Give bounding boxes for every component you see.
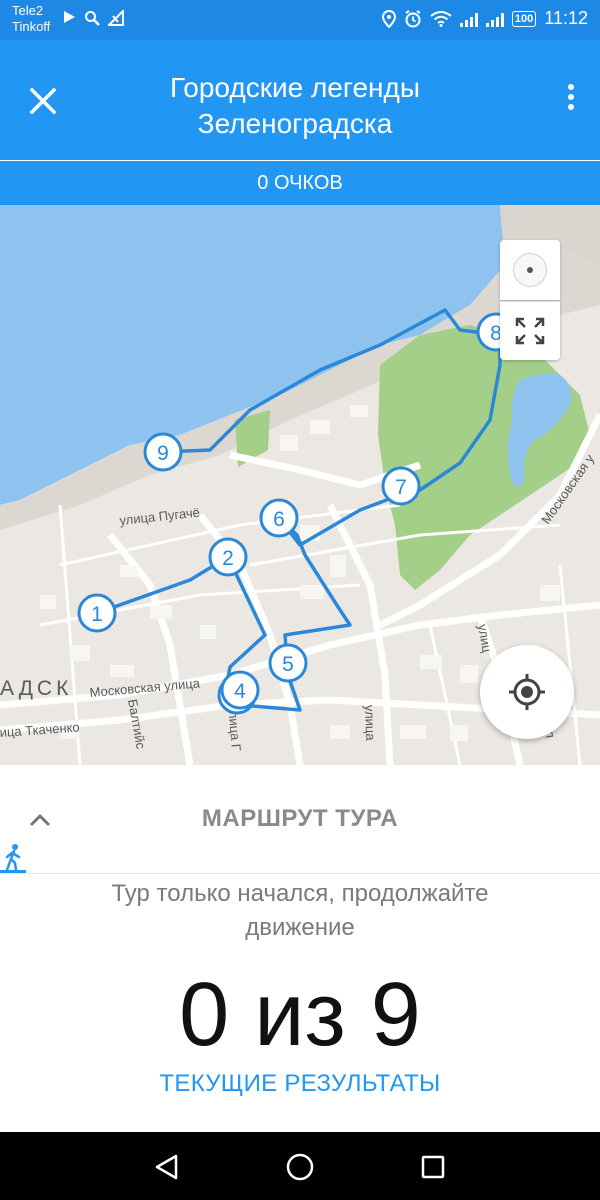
carrier-1: Tele2 [12,3,44,18]
waypoint-marker[interactable]: 9 [143,432,183,472]
waypoint-marker[interactable]: 5 [268,643,308,683]
wifi-icon [430,10,452,27]
close-icon[interactable] [22,80,64,122]
waypoint-number: 4 [234,680,246,703]
carrier-names: Tele2 Tinkoff [12,3,50,35]
current-results-link[interactable]: ТЕКУЩИЕ РЕЗУЛЬТАТЫ [0,1070,600,1098]
page-title: Городские легенды Зеленоградска [100,70,490,142]
waypoint-number: 7 [395,476,407,499]
map-view[interactable]: улица Пугачё Московская улица Московская… [0,205,600,765]
score-bar: 0 ОЧКОВ [0,161,600,205]
tour-status-message: Тур только начался, продолжайте движение [111,880,489,941]
alarm-icon [405,9,421,27]
back-icon[interactable] [152,1152,182,1182]
home-icon[interactable] [285,1152,315,1182]
waypoint-number: 6 [273,508,285,531]
waypoint-marker[interactable]: 7 [381,466,421,506]
my-location-button[interactable] [480,645,574,739]
divider [0,873,600,874]
status-system-icons: 100 11:12 [381,8,588,29]
walking-icon [5,844,21,872]
waypoint-marker[interactable]: 2 [208,537,248,577]
app-bar: Городские легенды Зеленоградска [0,40,600,160]
signal-off-icon [108,10,124,26]
waypoint-number: 2 [222,547,234,570]
waypoint-number: 5 [282,653,294,676]
tour-route-sheet: МАРШРУТ ТУРА Тур только начался, продолж… [0,765,600,1132]
battery-indicator: 100 [511,10,537,27]
waypoint-number: 1 [91,603,103,626]
compass-button[interactable] [500,240,560,300]
system-navigation-bar [0,1132,600,1200]
carrier-2: Tinkoff [12,19,51,34]
fullscreen-button[interactable] [500,301,560,360]
clock: 11:12 [544,8,588,28]
district-label: АДСК [0,677,72,700]
signal-icon [485,11,504,27]
waypoint-marker[interactable]: 4 [220,670,260,710]
waypoint-marker[interactable]: 6 [259,498,299,538]
waypoint-number: 9 [157,442,169,465]
search-icon [85,11,100,26]
title-line-2: Зеленоградска [197,108,393,139]
fullscreen-icon [515,317,545,345]
status-notification-icons [62,10,124,26]
recents-icon[interactable] [418,1152,448,1182]
play-icon [64,11,75,23]
compass-icon [513,253,547,287]
waypoint-marker[interactable]: 1 [77,593,117,633]
status-bar: Tele2 Tinkoff 100 11:12 [0,0,600,40]
more-vert-icon[interactable] [564,84,578,116]
location-icon [381,9,396,28]
title-line-1: Городские легенды [170,72,420,103]
my-location-icon [509,674,545,710]
signal-icon [459,11,478,27]
progress-counter: 0 из 9 [179,965,421,1065]
tab-walking[interactable] [0,843,26,873]
sheet-title: МАРШРУТ ТУРА [201,805,399,832]
street-label: улица [362,705,378,742]
